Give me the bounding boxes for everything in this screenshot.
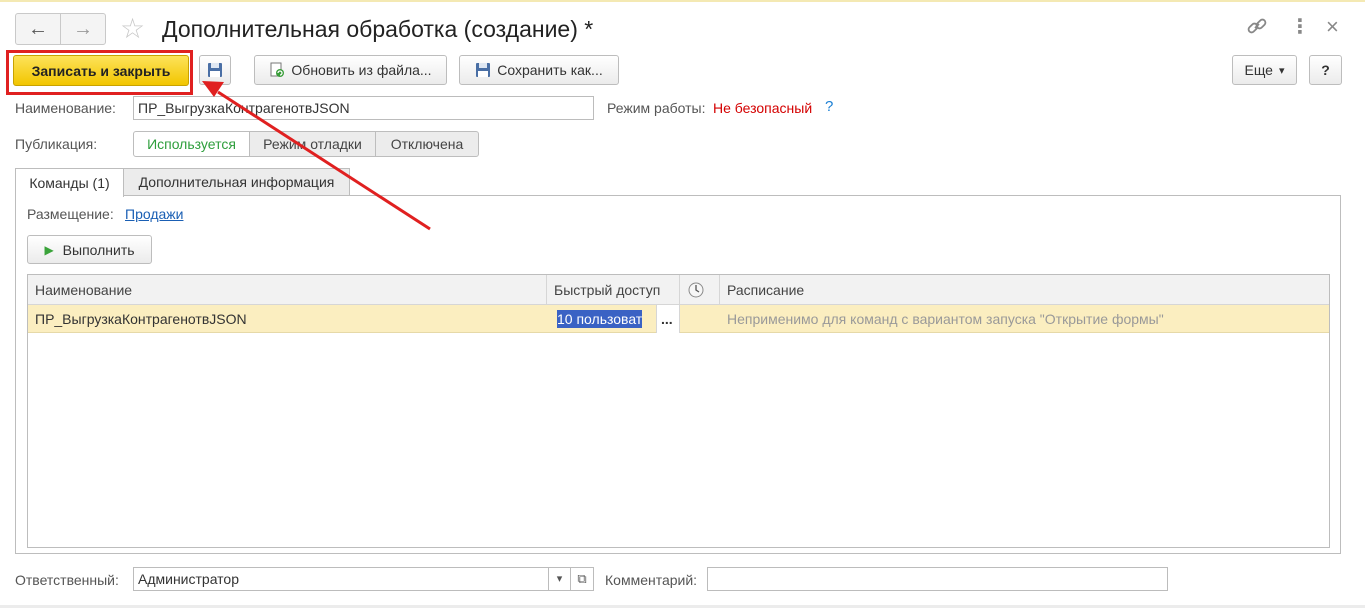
annotation-arrow: [202, 81, 431, 231]
responsible-label: Ответственный:: [15, 572, 119, 588]
responsible-open-button[interactable]: ⧉: [570, 567, 594, 591]
responsible-input[interactable]: Администратор: [133, 567, 570, 591]
comment-input[interactable]: [707, 567, 1168, 591]
comment-label: Комментарий:: [605, 572, 698, 588]
responsible-dropdown-button[interactable]: ▾: [548, 567, 571, 591]
open-form-icon: ⧉: [577, 571, 587, 586]
dropdown-arrow-icon: ▾: [556, 573, 563, 585]
